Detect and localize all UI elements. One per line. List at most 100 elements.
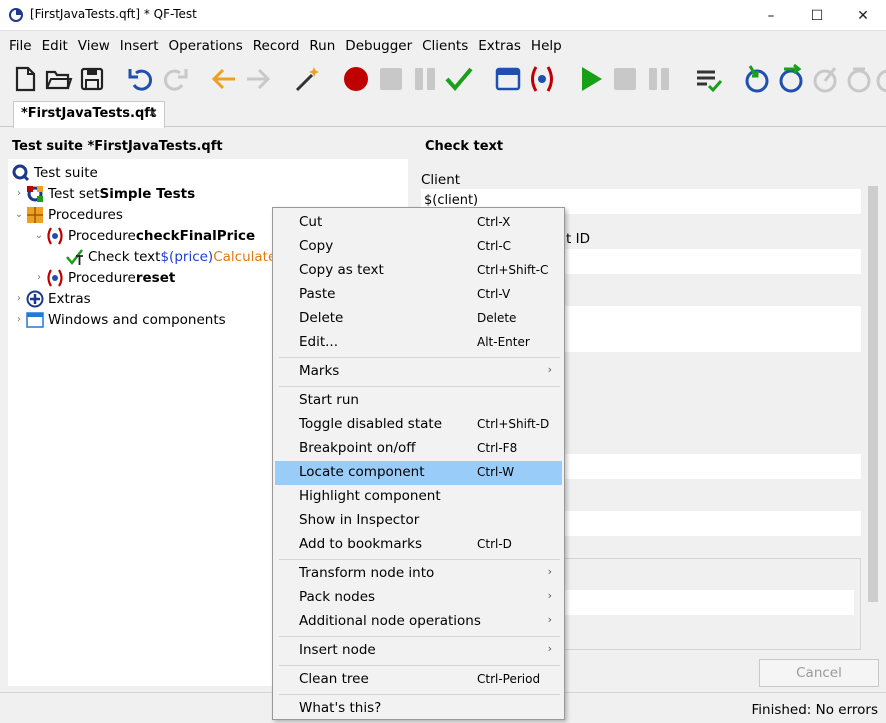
procedure-icon[interactable] [527,64,557,94]
scrollbar-thumb[interactable] [868,186,878,602]
stop-record-icon[interactable] [376,64,406,94]
menu-item-edit[interactable]: Edit... Alt-Enter [275,331,562,355]
menu-item-locate-component[interactable]: Locate component Ctrl-W [275,461,562,485]
continue-icon[interactable] [873,64,886,94]
menu-insert[interactable]: Insert [115,34,164,58]
step-out-icon[interactable] [810,64,840,94]
qftest-logo-icon [9,8,23,22]
test-suite-title: Test suite *FirstJavaTests.qft [12,139,223,154]
submenu-arrow-icon: › [547,589,552,602]
menu-item-additional-node-operations[interactable]: Additional node operations › [275,610,562,634]
procedure-icon [47,268,63,287]
menu-item-pack-nodes[interactable]: Pack nodes › [275,586,562,610]
tab-strip: *FirstJavaTests.qft ✕ [0,99,886,128]
test-suite-icon [12,164,30,181]
record-icon[interactable] [341,64,371,94]
menu-item-delete[interactable]: Delete Delete [275,307,562,331]
menu-item-breakpoint[interactable]: Breakpoint on/off Ctrl-F8 [275,437,562,461]
tree-node-extras[interactable]: › Extras [12,288,91,309]
menu-debugger[interactable]: Debugger [340,34,417,58]
menu-item-toggle-disabled[interactable]: Toggle disabled state Ctrl+Shift-D [275,413,562,437]
minimize-button[interactable]: – [748,0,794,31]
menu-item-highlight-component[interactable]: Highlight component [275,485,562,509]
menu-item-marks[interactable]: Marks › [275,360,562,384]
menu-item-paste[interactable]: Paste Ctrl-V [275,283,562,307]
component-id-label: t ID [566,231,590,247]
detail-title: Check text [425,139,504,154]
pause-record-icon[interactable] [410,64,440,94]
maximize-button[interactable]: ☐ [794,0,840,31]
submenu-arrow-icon: › [547,613,552,626]
menu-separator [279,694,560,695]
menu-item-insert-node[interactable]: Insert node › [275,639,562,663]
menu-separator [279,559,560,560]
menu-item-show-in-inspector[interactable]: Show in Inspector [275,509,562,533]
menu-record[interactable]: Record [248,34,305,58]
vertical-scrollbar[interactable] [866,160,880,650]
menu-separator [279,386,560,387]
menu-separator [279,665,560,666]
collapse-chevron-icon[interactable]: ⌄ [12,209,26,220]
collapse-chevron-icon[interactable]: ⌄ [32,230,46,241]
menu-help[interactable]: Help [526,34,567,58]
submenu-arrow-icon: › [547,642,552,655]
forward-arrow-icon[interactable] [243,64,273,94]
play-icon[interactable] [576,64,606,94]
cancel-button[interactable]: Cancel [759,659,879,687]
step-into-icon[interactable] [742,64,772,94]
menu-edit[interactable]: Edit [37,34,73,58]
checklist-icon[interactable] [693,64,723,94]
pause-icon[interactable] [644,64,674,94]
menu-item-copy[interactable]: Copy Ctrl-C [275,235,562,259]
client-label: Client [421,172,461,188]
menu-operations[interactable]: Operations [164,34,248,58]
menu-view[interactable]: View [73,34,115,58]
tree-node-procedure-reset[interactable]: › Procedure reset [32,267,175,288]
expand-chevron-icon[interactable]: › [12,314,26,325]
submenu-arrow-icon: › [547,363,552,376]
back-arrow-icon[interactable] [209,64,239,94]
step-over-icon[interactable] [776,64,806,94]
menu-item-transform-node[interactable]: Transform node into › [275,562,562,586]
open-folder-icon[interactable] [43,64,73,94]
tab-close-icon[interactable]: ✕ [148,106,158,120]
tree-node-windows-components[interactable]: › Windows and components [12,309,226,330]
skip-icon[interactable] [844,64,874,94]
procedures-package-icon [27,206,43,223]
tree-node-procedures[interactable]: ⌄ Procedures [12,204,123,225]
tree-node-test-set[interactable]: › Test set Simple Tests [12,183,195,204]
options-field[interactable] [564,590,854,615]
menu-item-start-run[interactable]: Start run [275,389,562,413]
menu-item-add-to-bookmarks[interactable]: Add to bookmarks Ctrl-D [275,533,562,557]
menu-clients[interactable]: Clients [417,34,473,58]
expand-chevron-icon[interactable]: › [32,272,46,283]
new-file-icon[interactable] [10,64,40,94]
procedure-icon [47,226,63,245]
menu-run[interactable]: Run [304,34,340,58]
menu-item-clean-tree[interactable]: Clean tree Ctrl-Period [275,668,562,692]
submenu-arrow-icon: › [547,565,552,578]
check-text-icon [66,248,83,265]
save-icon[interactable] [77,64,107,94]
magic-wand-icon[interactable] [292,64,322,94]
window-icon[interactable] [493,64,523,94]
tree-node-check-text[interactable]: Check text $(price) Calculated [66,246,285,267]
expand-chevron-icon[interactable]: › [12,293,26,304]
undo-icon[interactable] [126,64,156,94]
menu-item-cut[interactable]: Cut Ctrl-X [275,211,562,235]
menu-item-copy-as-text[interactable]: Copy as text Ctrl+Shift-C [275,259,562,283]
menu-item-whats-this[interactable]: What's this? [275,697,562,721]
menu-file[interactable]: File [4,34,37,58]
check-icon[interactable] [444,64,474,94]
close-button[interactable]: ✕ [840,0,886,31]
menu-separator [279,357,560,358]
redo-icon[interactable] [160,64,190,94]
tree-node-test-suite[interactable]: Test suite [12,162,98,183]
expand-chevron-icon[interactable]: › [12,188,26,199]
test-set-icon [27,185,43,202]
tree-node-procedure-checkfinalprice[interactable]: ⌄ Procedure checkFinalPrice [32,225,255,246]
title-bar: [FirstJavaTests.qft] * QF-Test – ☐ ✕ [0,0,886,31]
stop-icon[interactable] [610,64,640,94]
tab-firstjavatests[interactable]: *FirstJavaTests.qft ✕ [13,101,165,128]
menu-extras[interactable]: Extras [473,34,526,58]
